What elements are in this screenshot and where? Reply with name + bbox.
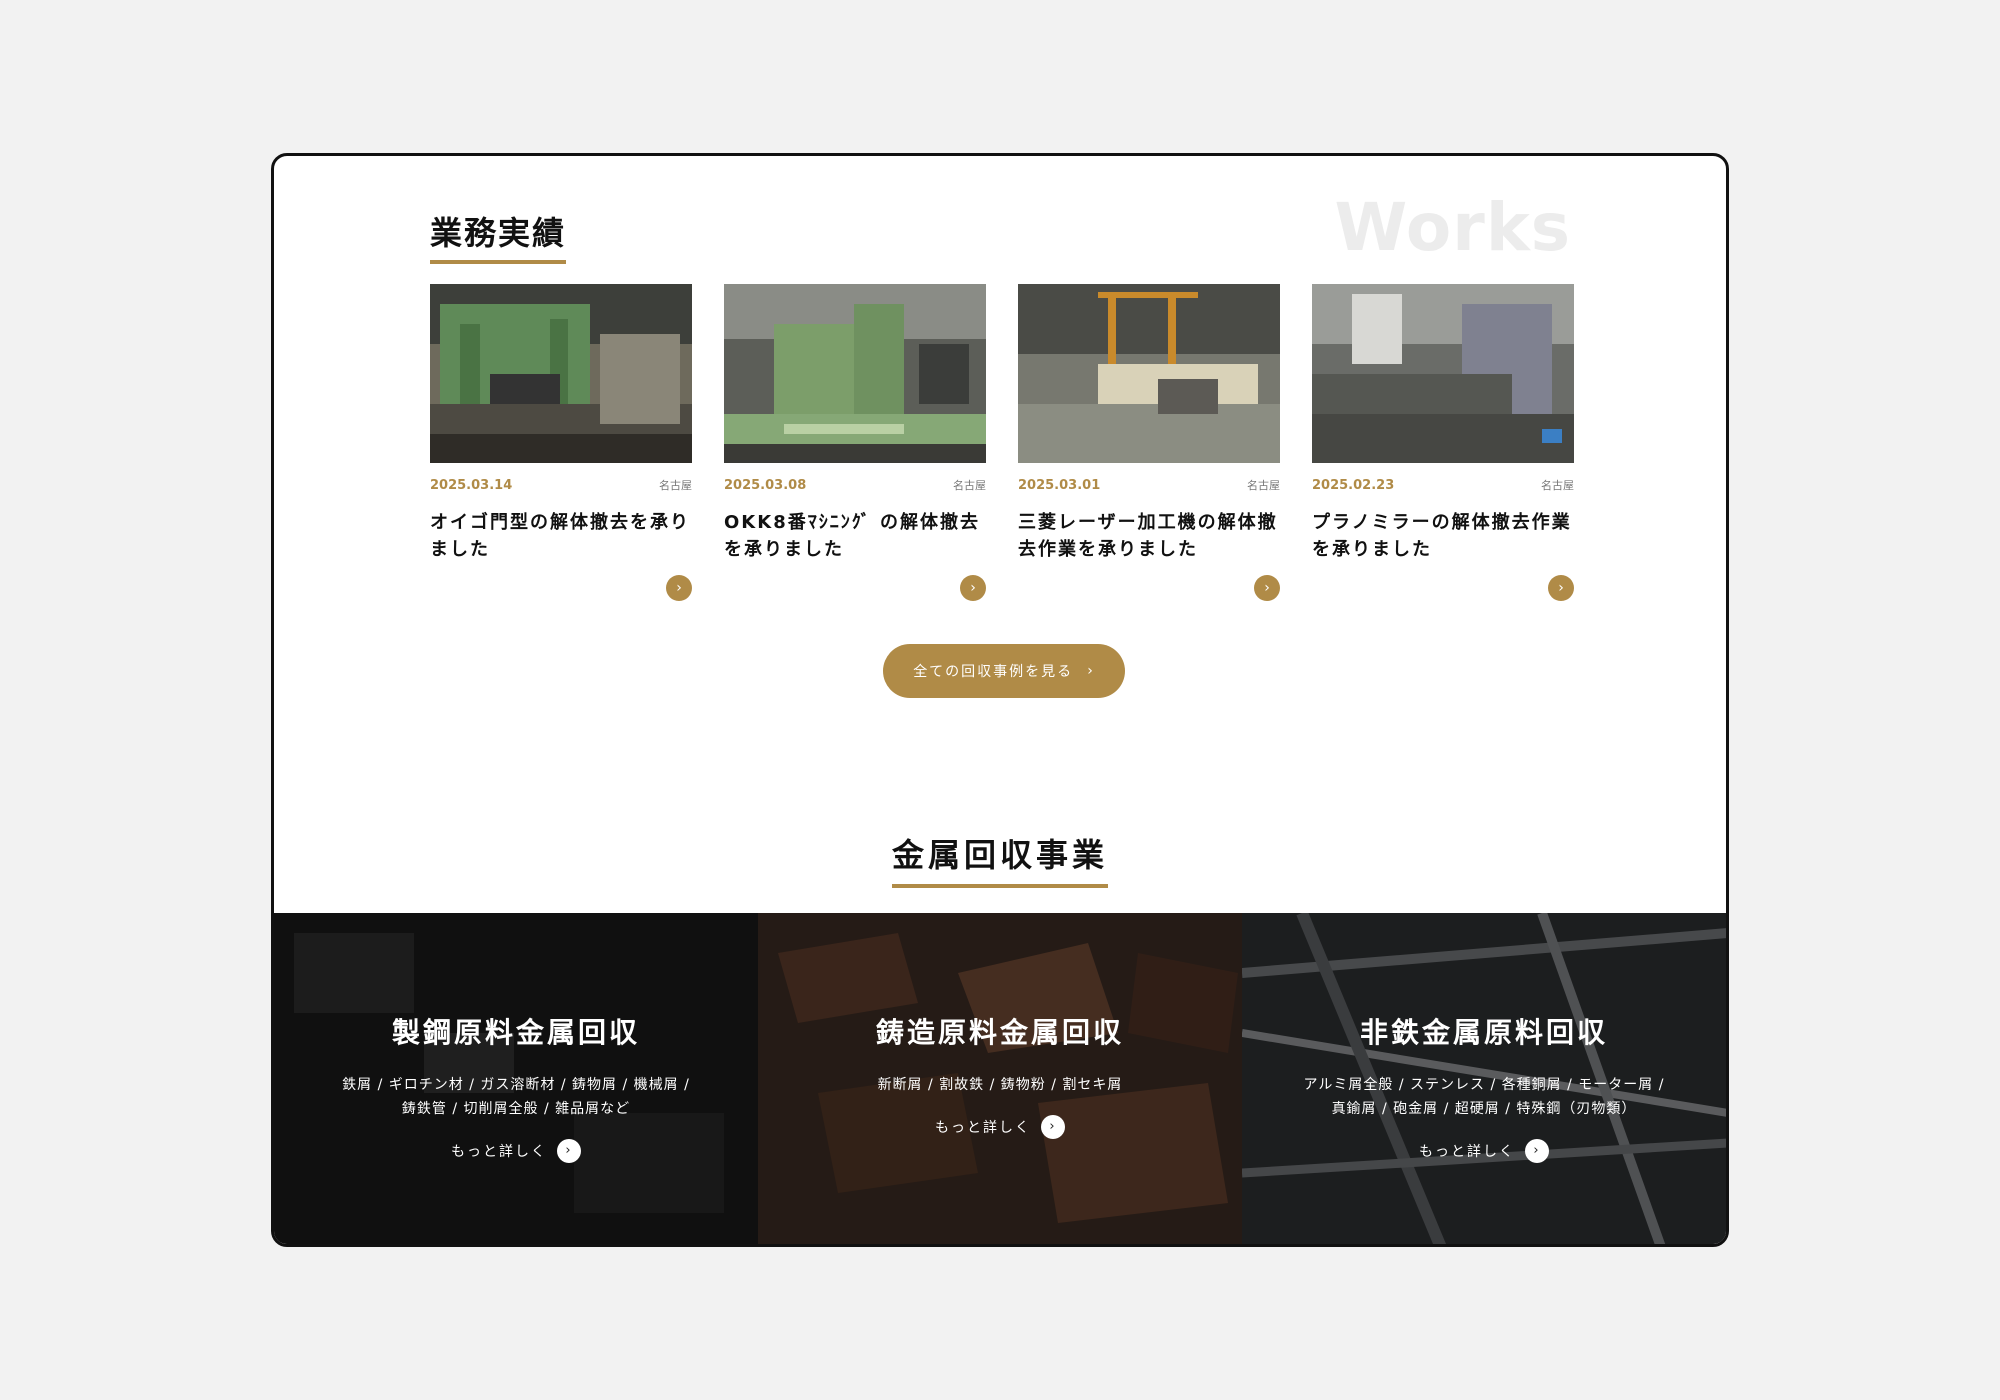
view-all-works-button[interactable]: 全ての回収事例を見る › — [883, 644, 1125, 698]
chevron-right-icon: › — [557, 1139, 581, 1163]
works-card-title[interactable]: OKK8番ﾏｼﾆﾝｸﾞ の解体撤去を承りました — [724, 509, 986, 563]
recycling-panel-content: 非鉄金属原料回収 アルミ屑全般 / ステンレス / 各種銅屑 / モーター屑 /… — [1242, 1011, 1726, 1163]
recycling-panel-steel[interactable]: 製鋼原料金属回収 鉄屑 / ギロチン材 / ガス溶断材 / 鋳物屑 / 機械屑 … — [274, 913, 758, 1244]
panel-description: 新断屑 / 割故鉄 / 鋳物粉 / 割セキ屑 — [758, 1073, 1242, 1097]
works-card[interactable]: 2025.03.01 名古屋 三菱レーザー加工機の解体撤去作業を承りました › — [1018, 284, 1280, 604]
works-card-location: 名古屋 — [1541, 479, 1574, 492]
works-watermark: Works — [1334, 189, 1571, 266]
works-card[interactable]: 2025.03.14 名古屋 オイゴ門型の解体撤去を承りました › — [430, 284, 692, 604]
more-details-link[interactable]: もっと詳しく › — [451, 1139, 581, 1163]
panel-desc-line: アルミ屑全般 / ステンレス / 各種銅屑 / モーター屑 / — [1303, 1077, 1665, 1093]
works-card-meta: 2025.03.14 名古屋 — [430, 477, 692, 493]
recycling-section-heading: 金属回収事業 — [274, 830, 1726, 888]
works-card[interactable]: 2025.03.08 名古屋 OKK8番ﾏｼﾆﾝｸﾞ の解体撤去を承りました › — [724, 284, 986, 604]
works-card[interactable]: 2025.02.23 名古屋 プラノミラーの解体撤去作業を承りました › — [1312, 284, 1574, 604]
more-details-link[interactable]: もっと詳しく › — [935, 1115, 1065, 1139]
works-card-image-machining-center — [724, 284, 986, 463]
more-details-label: もっと詳しく — [1419, 1144, 1515, 1160]
works-card-image-plano-miller — [1312, 284, 1574, 463]
panel-title: 製鋼原料金属回収 — [391, 1016, 640, 1049]
more-details-label: もっと詳しく — [935, 1120, 1031, 1136]
recycling-panel-nonferrous[interactable]: 非鉄金属原料回収 アルミ屑全般 / ステンレス / 各種銅屑 / モーター屑 /… — [1242, 913, 1726, 1244]
works-card-date: 2025.02.23 — [1312, 477, 1395, 493]
chevron-right-icon: › — [1525, 1139, 1549, 1163]
chevron-right-icon[interactable]: › — [1254, 575, 1280, 601]
works-title: 業務実績 — [430, 208, 567, 264]
works-card-meta: 2025.03.01 名古屋 — [1018, 477, 1280, 493]
works-card-title[interactable]: 三菱レーザー加工機の解体撤去作業を承りました — [1018, 509, 1280, 563]
works-card-date: 2025.03.01 — [1018, 477, 1101, 493]
panel-desc-line: 新断屑 / 割故鉄 / 鋳物粉 / 割セキ屑 — [877, 1077, 1123, 1093]
works-card-date: 2025.03.08 — [724, 477, 807, 493]
panel-desc-line: 鋳鉄管 / 切削屑全般 / 雑品屑など — [401, 1101, 631, 1117]
panel-description: アルミ屑全般 / ステンレス / 各種銅屑 / モーター屑 / 真鍮屑 / 砲金… — [1242, 1073, 1726, 1121]
panel-desc-line: 真鍮屑 / 砲金屑 / 超硬屑 / 特殊鋼（刃物類） — [1331, 1101, 1637, 1117]
recycling-title: 金属回収事業 — [891, 830, 1108, 888]
works-card-location: 名古屋 — [1247, 479, 1280, 492]
recycling-panel-content: 製鋼原料金属回収 鉄屑 / ギロチン材 / ガス溶断材 / 鋳物屑 / 機械屑 … — [274, 1011, 758, 1163]
works-card-meta: 2025.03.08 名古屋 — [724, 477, 986, 493]
recycling-panel-content: 鋳造原料金属回収 新断屑 / 割故鉄 / 鋳物粉 / 割セキ屑 もっと詳しく › — [758, 1011, 1242, 1139]
works-card-meta: 2025.02.23 名古屋 — [1312, 477, 1574, 493]
page-frame: 業務実績 Works 2025.03.14 名古屋 オイゴ門型の解体撤去を承りま… — [271, 153, 1729, 1247]
chevron-right-icon[interactable]: › — [666, 575, 692, 601]
view-all-works-label: 全ての回収事例を見る — [913, 664, 1074, 680]
chevron-right-icon[interactable]: › — [1548, 575, 1574, 601]
panel-description: 鉄屑 / ギロチン材 / ガス溶断材 / 鋳物屑 / 機械屑 / 鋳鉄管 / 切… — [274, 1073, 758, 1121]
chevron-right-icon: › — [1087, 663, 1095, 679]
chevron-right-icon[interactable]: › — [960, 575, 986, 601]
works-card-list: 2025.03.14 名古屋 オイゴ門型の解体撤去を承りました › 2025.0… — [430, 284, 1574, 604]
panel-desc-line: 鉄屑 / ギロチン材 / ガス溶断材 / 鋳物屑 / 機械屑 / — [342, 1077, 690, 1093]
works-card-location: 名古屋 — [659, 479, 692, 492]
recycling-panels: 製鋼原料金属回収 鉄屑 / ギロチン材 / ガス溶断材 / 鋳物屑 / 機械屑 … — [274, 913, 1726, 1244]
recycling-panel-casting[interactable]: 鋳造原料金属回収 新断屑 / 割故鉄 / 鋳物粉 / 割セキ屑 もっと詳しく › — [758, 913, 1242, 1244]
works-card-date: 2025.03.14 — [430, 477, 513, 493]
panel-title: 非鉄金属原料回収 — [1359, 1016, 1608, 1049]
works-section: 業務実績 Works 2025.03.14 名古屋 オイゴ門型の解体撤去を承りま… — [274, 156, 1726, 916]
more-details-label: もっと詳しく — [451, 1144, 547, 1160]
works-card-image-laser-machine — [1018, 284, 1280, 463]
works-card-title[interactable]: オイゴ門型の解体撤去を承りました — [430, 509, 692, 563]
chevron-right-icon: › — [1041, 1115, 1065, 1139]
works-card-title[interactable]: プラノミラーの解体撤去作業を承りました — [1312, 509, 1574, 563]
works-card-image-factory-gantry — [430, 284, 692, 463]
works-card-location: 名古屋 — [953, 479, 986, 492]
more-details-link[interactable]: もっと詳しく › — [1419, 1139, 1549, 1163]
panel-title: 鋳造原料金属回収 — [875, 1016, 1124, 1049]
